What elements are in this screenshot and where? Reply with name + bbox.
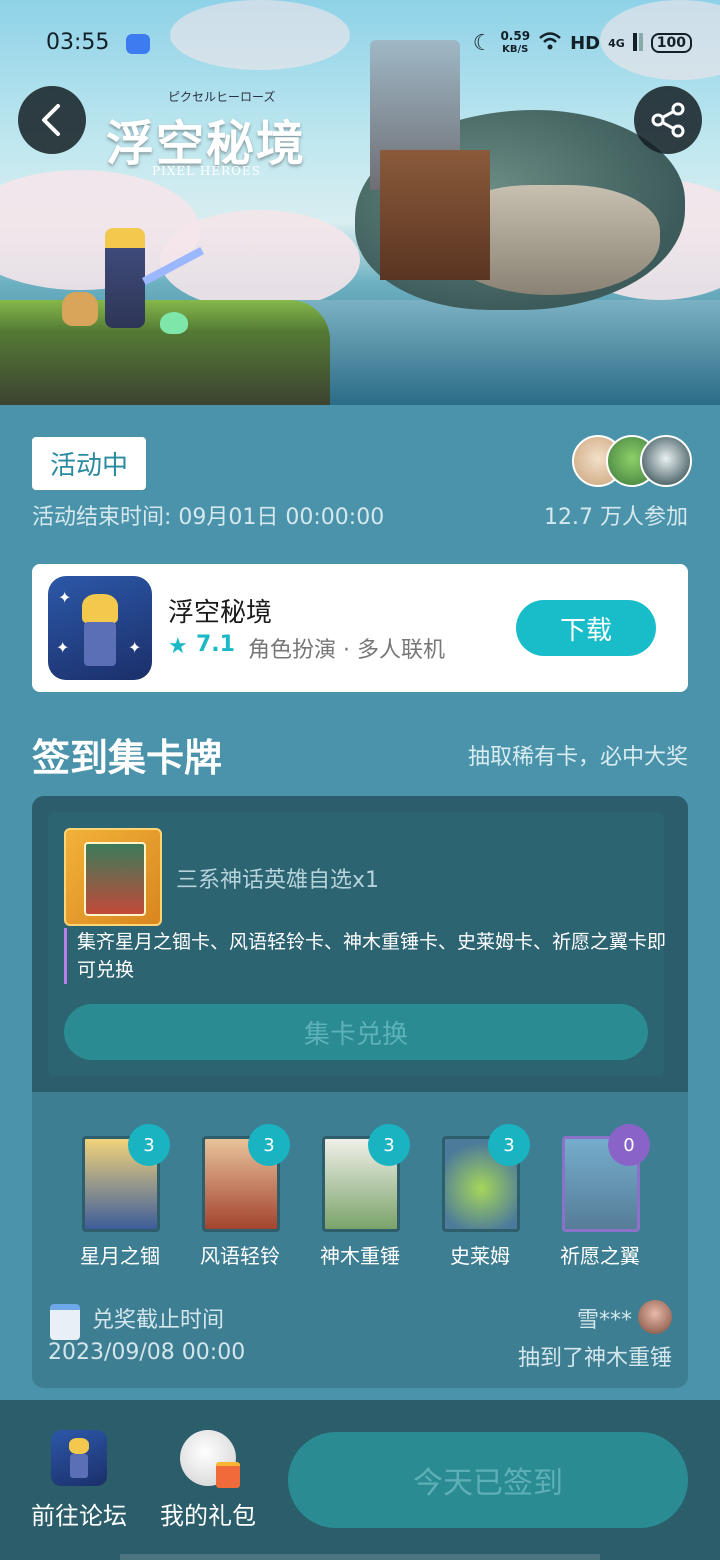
star-icon: ★ [168, 634, 188, 659]
section-title: 签到集卡牌 [32, 736, 223, 780]
gift-label: 我的礼包 [160, 1502, 256, 1530]
share-button[interactable] [634, 86, 702, 154]
gift-icon [180, 1430, 240, 1488]
logo-ruby: ピクセルヒーローズ [168, 90, 276, 104]
card-name: 星月之锢 [80, 1244, 160, 1268]
card-count-badge: 3 [368, 1124, 410, 1166]
deadline-label: 兑奖截止时间 [92, 1308, 225, 1333]
card-count-badge: 3 [248, 1124, 290, 1166]
share-icon [651, 102, 685, 138]
card-name: 神木重锤 [320, 1244, 400, 1268]
section-subtitle: 抽取稀有卡，必中大奖 [467, 745, 688, 770]
participant-avatars [572, 435, 692, 487]
net-speed: 0.59 KB/S [500, 30, 530, 56]
wooden-house [380, 150, 490, 280]
reward-box: 三系神话英雄自选x1 集齐星月之锢卡、风语轻铃卡、神木重锤卡、史莱姆卡、祈愿之翼… [48, 812, 667, 1076]
forum-button[interactable]: 前往论坛 [24, 1430, 134, 1531]
app-icon: ✦ ✦ ✦ [48, 576, 152, 680]
hero-character [105, 228, 145, 328]
reward-title: 三系神话英雄自选x1 [176, 868, 380, 893]
checkin-button[interactable]: 今天已签到 [288, 1432, 688, 1528]
home-indicator [120, 1554, 600, 1560]
winner-name: 雪*** [576, 1308, 632, 1333]
app-name: 浮空秘境 [168, 598, 273, 628]
download-button[interactable]: 下载 [516, 600, 656, 656]
card-count-badge: 3 [488, 1124, 530, 1166]
app-card[interactable]: ✦ ✦ ✦ 浮空秘境 ★ 7.1 角色扮演 · 多人联机 下载 [32, 564, 688, 692]
card-name: 祈愿之翼 [560, 1244, 640, 1268]
redeem-button[interactable]: 集卡兑换 [64, 1004, 648, 1060]
event-content: 活动中 活动结束时间: 09月01日 00:00:00 12.7 万人参加 ✦ … [0, 405, 720, 1400]
status-time: 03:55 [46, 30, 110, 55]
net-speed-value: 0.59 [500, 29, 531, 43]
back-button[interactable] [18, 86, 86, 154]
battery-indicator: 100 [650, 33, 692, 53]
hero-banner: 03:55 ☾ 0.59 KB/S HD 4G 100 ピクセルヒーローズ 浮空… [0, 0, 720, 405]
forum-label: 前往论坛 [31, 1502, 127, 1530]
logo-subtitle: PIXEL HEROES [152, 164, 261, 178]
card-name: 风语轻铃 [200, 1244, 280, 1268]
winner-text: 抽到了神木重锤 [517, 1346, 672, 1371]
chevron-left-icon [42, 104, 60, 136]
signal-icon [632, 31, 643, 56]
signal-type: 4G [608, 36, 625, 50]
card-count-badge: 0 [608, 1124, 650, 1166]
slime-companion [160, 312, 188, 334]
forum-icon [51, 1430, 107, 1486]
net-speed-unit: KB/S [502, 44, 529, 55]
bottom-bar: 前往论坛 我的礼包 今天已签到 [0, 1400, 720, 1560]
reward-card-image [64, 828, 162, 926]
network-type: HD [570, 32, 601, 54]
card-count-badge: 3 [128, 1124, 170, 1166]
status-icons: ☾ 0.59 KB/S HD 4G 100 [473, 30, 692, 56]
message-app-icon [126, 34, 150, 54]
event-end-time: 活动结束时间: 09月01日 00:00:00 [32, 505, 385, 530]
card-collection-panel: 三系神话英雄自选x1 集齐星月之锢卡、风语轻铃卡、神木重锤卡、史莱姆卡、祈愿之翼… [32, 796, 688, 1388]
app-rating: 7.1 [196, 632, 235, 657]
moon-icon: ☾ [472, 30, 493, 56]
avatar [640, 435, 692, 487]
dog-companion [62, 292, 98, 326]
avatar [638, 1300, 672, 1334]
deadline-date: 2023/09/08 00:00 [48, 1340, 246, 1365]
calendar-icon [50, 1304, 80, 1340]
participant-count: 12.7 万人参加 [544, 505, 688, 530]
gift-button[interactable]: 我的礼包 [153, 1430, 263, 1531]
app-tags: 角色扮演 · 多人联机 [248, 638, 445, 663]
reward-description: 集齐星月之锢卡、风语轻铃卡、神木重锤卡、史莱姆卡、祈愿之翼卡即可兑换 [64, 928, 667, 984]
wifi-icon [538, 31, 562, 56]
status-badge: 活动中 [32, 437, 147, 490]
cloud [170, 0, 350, 70]
card-name: 史莱姆 [450, 1244, 510, 1268]
